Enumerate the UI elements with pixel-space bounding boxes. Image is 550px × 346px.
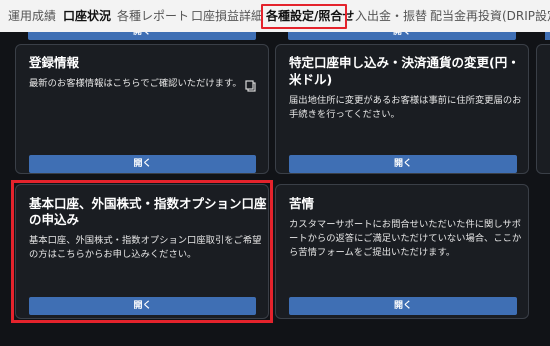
card-description-line2: 手続きを行ってください。 (289, 109, 400, 120)
card-title-line1: 特定口座申し込み・決済通貨の変更(円・ (289, 55, 520, 70)
tab-account-pnl-details[interactable]: 口座損益詳細 (191, 0, 263, 32)
card-title-line2: 米ドル) (289, 72, 333, 87)
highlight-box (11, 180, 273, 323)
card-complaints: 苦情 カスタマーサポートにお問合せいただいた件に関しサポ ートからの返答にご満足… (275, 184, 529, 319)
card-partial-right: ( (536, 44, 550, 174)
tab-drip-settings[interactable]: 配当金再投資(DRIP設定)と (430, 0, 550, 32)
card-description-line1: 届出地住所に変更があるお客様は事前に住所変更届のお (289, 95, 522, 106)
open-button-prev-right[interactable]: 開く (288, 32, 516, 40)
copy-icon[interactable] (245, 80, 257, 92)
tab-performance[interactable]: 運用成績 (8, 0, 56, 32)
card-description-line1: カスタマーサポートにお問合せいただいた件に関しサポ (289, 219, 522, 230)
selected-tab-highlight (261, 4, 347, 29)
card-title: 苦情 (289, 196, 315, 211)
tab-deposit-withdrawal[interactable]: 入出金・振替 (355, 0, 427, 32)
open-button[interactable]: 開く (29, 155, 256, 173)
open-button[interactable]: 開く (289, 155, 517, 173)
tab-reports[interactable]: 各種レポート (117, 0, 189, 32)
card-description-line3: ら苦情フォームをご提出いただけます。 (289, 247, 456, 258)
tab-account-status[interactable]: 口座状況 (63, 0, 111, 32)
open-button-prev-partial[interactable] (545, 32, 550, 40)
open-button-prev-left[interactable]: 開く (28, 32, 256, 40)
card-description-line2: ートからの返答にご満足いただけていない場合、ここか (289, 233, 522, 244)
card-specific-account-currency: 特定口座申し込み・決済通貨の変更(円・ 米ドル) 届出地住所に変更があるお客様は… (275, 44, 529, 174)
open-button[interactable]: 開く (289, 297, 517, 315)
settings-content: 開く 開く 登録情報 最新のお客様情報はこちらでご確認いただけます。 開く 特定… (0, 32, 550, 346)
tab-bar: 運用成績 口座状況 各種レポート 口座損益詳細 各種設定/照合せ 入出金・振替 … (0, 0, 550, 32)
card-registration-info: 登録情報 最新のお客様情報はこちらでご確認いただけます。 開く (15, 44, 269, 174)
card-description: 最新のお客様情報はこちらでご確認いただけます。 (29, 78, 242, 89)
card-title: 登録情報 (29, 55, 80, 70)
